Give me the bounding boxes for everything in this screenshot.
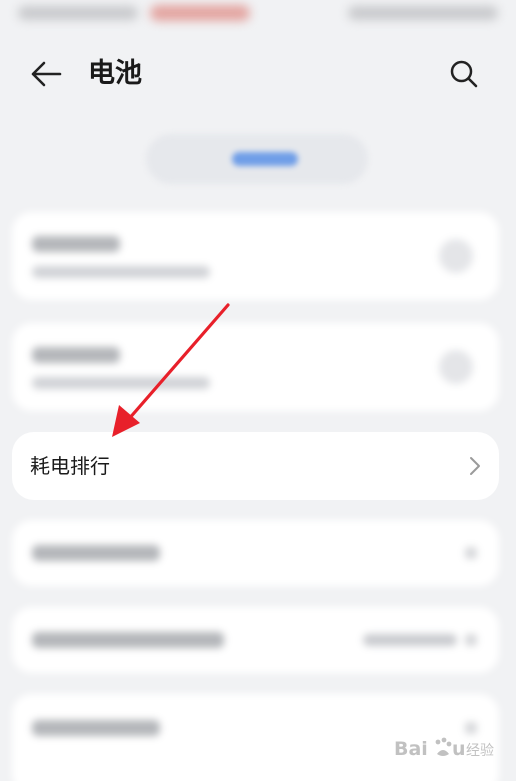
blurred-row-title: [32, 720, 160, 736]
blurred-row-title: [32, 236, 120, 252]
blurred-setting-row-2[interactable]: [12, 323, 499, 411]
header: 电池: [0, 44, 516, 104]
svg-text:u: u: [452, 738, 466, 760]
blurred-setting-row-3[interactable]: [12, 520, 499, 586]
status-bar-right-blur: [348, 6, 498, 20]
status-bar: [0, 0, 516, 30]
search-button[interactable]: [442, 52, 486, 96]
blurred-row-subtitle: [32, 266, 210, 278]
svg-text:Bai: Bai: [394, 738, 428, 760]
chevron-right-icon: [470, 457, 480, 475]
page-title: 电池: [88, 58, 142, 89]
battery-settings-page: 电池 耗电排行 Bai u 经验: [0, 0, 516, 781]
baidu-watermark-logo: Bai u 经验: [394, 737, 494, 760]
blurred-toggle[interactable]: [439, 350, 473, 384]
blurred-row-subtitle: [32, 377, 210, 389]
blurred-row-title: [32, 632, 224, 648]
blurred-toggle[interactable]: [439, 239, 473, 273]
power-ranking-label: 耗电排行: [30, 454, 110, 478]
blurred-row-value: [363, 634, 457, 646]
status-bar-left-blur: [18, 6, 138, 20]
blurred-setting-row-4[interactable]: [12, 607, 499, 673]
blurred-mode-pill[interactable]: [146, 134, 368, 184]
blurred-chevron: [465, 547, 477, 559]
blurred-row-title: [32, 347, 120, 363]
svg-text:经验: 经验: [466, 743, 494, 759]
blurred-row-title: [32, 545, 160, 561]
blurred-setting-row-1[interactable]: [12, 212, 499, 300]
blurred-chevron: [465, 722, 477, 734]
status-bar-center-blur: [150, 5, 250, 21]
search-icon: [450, 60, 478, 88]
power-ranking-row[interactable]: 耗电排行: [12, 432, 499, 500]
blurred-pill-text: [232, 152, 298, 166]
back-button[interactable]: [22, 52, 70, 96]
arrow-left-icon: [31, 61, 62, 87]
blurred-chevron: [465, 634, 477, 646]
